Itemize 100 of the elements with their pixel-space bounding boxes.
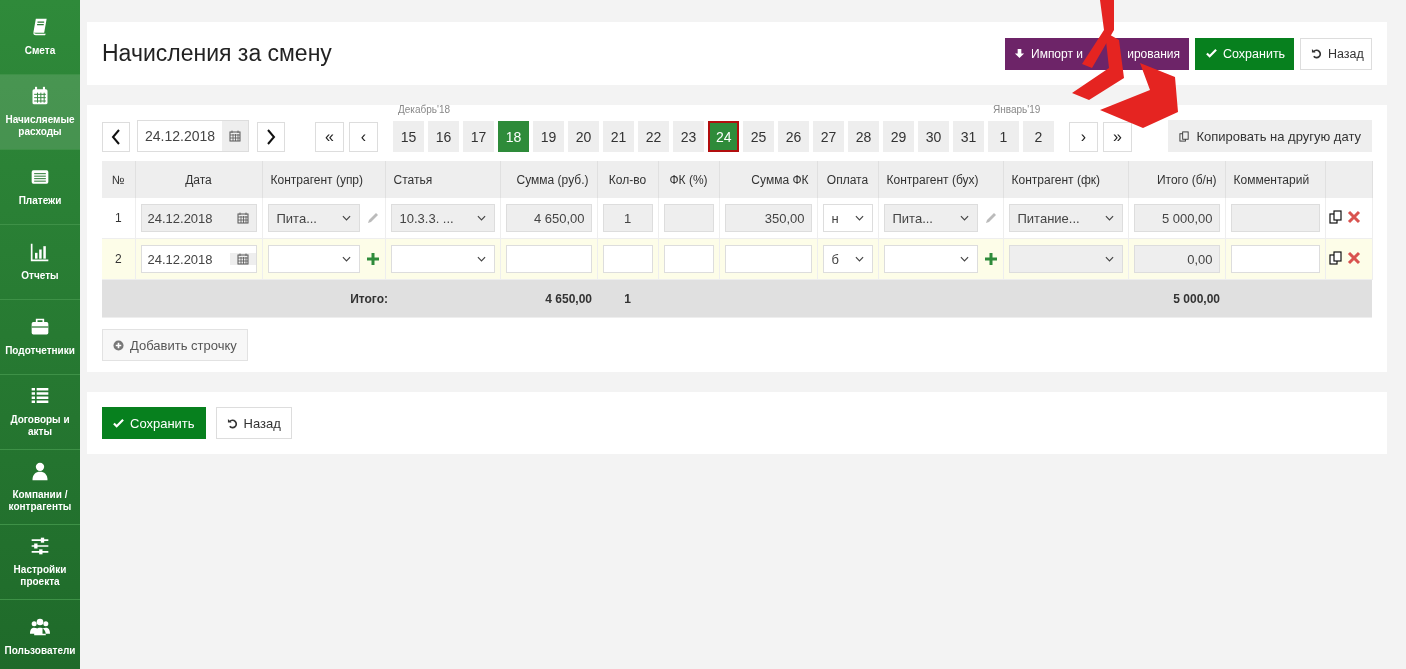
totals-quantity: 1 xyxy=(624,291,631,306)
totals-sum: 4 650,00 xyxy=(545,291,592,306)
back-button[interactable]: Назад xyxy=(1300,37,1372,70)
day-button[interactable]: 18 xyxy=(498,121,529,152)
dropdown[interactable]: н xyxy=(822,204,873,232)
dropdown[interactable] xyxy=(883,245,978,273)
first-page-button[interactable]: « xyxy=(315,122,344,152)
column-header: ФК (%) xyxy=(658,161,719,198)
sidebar-item[interactable]: Настройки проекта xyxy=(0,525,80,600)
dropdown[interactable]: б xyxy=(822,245,873,273)
column-header: Кол-во xyxy=(597,161,658,198)
sidebar-item[interactable]: Подотчетники xyxy=(0,300,80,375)
save-button[interactable]: Сохранить xyxy=(1195,37,1294,70)
day-button[interactable]: 20 xyxy=(568,121,599,152)
sidebar-item[interactable]: Начисляемые расходы xyxy=(0,75,80,150)
dropdown[interactable] xyxy=(390,245,495,273)
column-header: Контрагент (фк) xyxy=(1003,161,1128,198)
users-icon xyxy=(30,617,50,637)
input-field[interactable] xyxy=(724,245,812,273)
column-header: Контрагент (упр) xyxy=(262,161,385,198)
day-button[interactable]: 22 xyxy=(638,121,669,152)
day-button[interactable]: 29 xyxy=(883,121,914,152)
add-row-button[interactable]: Добавить строчку xyxy=(102,329,248,361)
previous-day-button[interactable] xyxy=(102,122,130,152)
day-button[interactable]: 17 xyxy=(463,121,494,152)
last-page-button[interactable]: » xyxy=(1103,122,1132,152)
column-header: № xyxy=(102,161,135,198)
column-header: Оплата xyxy=(817,161,878,198)
caret-icon xyxy=(1104,256,1114,262)
day-button[interactable]: 23 xyxy=(673,121,704,152)
previous-page-button[interactable]: ‹ xyxy=(349,122,378,152)
delete-icon[interactable] xyxy=(1346,209,1361,224)
day-button[interactable]: 24 xyxy=(708,121,739,152)
column-header: Комментарий xyxy=(1225,161,1325,198)
save-button[interactable]: Сохранить xyxy=(102,407,206,439)
day-button[interactable]: 28 xyxy=(848,121,879,152)
caret-icon xyxy=(341,256,351,262)
date-field[interactable]: 24.12.2018 xyxy=(140,245,257,273)
check-icon xyxy=(113,417,124,429)
sidebar-item[interactable]: Платежи xyxy=(0,150,80,225)
column-header: Контрагент (бух) xyxy=(878,161,1003,198)
day-button[interactable]: 26 xyxy=(778,121,809,152)
day-button[interactable]: 15 xyxy=(393,121,424,152)
sidebar-item[interactable]: Смета xyxy=(0,0,80,75)
down-arrow-icon xyxy=(1014,48,1025,59)
copy-icon[interactable] xyxy=(1328,209,1343,224)
input-field[interactable] xyxy=(505,245,592,273)
page-title: Начисления за смену xyxy=(102,40,332,67)
column-header: Статья xyxy=(385,161,500,198)
briefcase-icon xyxy=(30,317,50,337)
input-field[interactable] xyxy=(663,245,714,273)
calendar-icon xyxy=(236,253,249,265)
caret-icon xyxy=(1104,215,1114,221)
caret-icon xyxy=(476,256,486,262)
sliders-icon xyxy=(30,536,50,556)
calendar-icon xyxy=(229,130,241,142)
day-button[interactable]: 30 xyxy=(918,121,949,152)
day-button[interactable]: 19 xyxy=(533,121,564,152)
undo-icon xyxy=(1311,48,1322,59)
list-icon xyxy=(30,386,50,406)
book-icon xyxy=(30,17,50,37)
day-button[interactable]: 31 xyxy=(953,121,984,152)
month-label: Декабрь'18 xyxy=(398,104,451,115)
row-number: 2 xyxy=(113,252,123,266)
delete-icon[interactable] xyxy=(1346,250,1361,265)
sidebar-item[interactable]: Пользователи xyxy=(0,600,80,669)
caret-icon xyxy=(854,215,864,221)
copy-icon[interactable] xyxy=(1328,250,1343,265)
caret-icon xyxy=(341,215,351,221)
day-button[interactable]: 27 xyxy=(813,121,844,152)
next-day-button[interactable] xyxy=(257,122,285,152)
copy-icon xyxy=(1179,130,1191,142)
column-header: Сумма (руб.) xyxy=(500,161,597,198)
plus-icon[interactable] xyxy=(983,252,998,266)
input-field[interactable] xyxy=(1230,245,1320,273)
next-page-button[interactable]: › xyxy=(1069,122,1098,152)
back-button[interactable]: Назад xyxy=(215,407,292,439)
sidebar-item[interactable]: Отчеты xyxy=(0,225,80,300)
check-icon xyxy=(1206,48,1217,59)
day-button[interactable]: 16 xyxy=(428,121,459,152)
sidebar-item[interactable]: Договоры и акты xyxy=(0,375,80,450)
chevron-left-icon xyxy=(111,129,121,145)
undo-icon xyxy=(226,417,238,429)
day-button[interactable]: 2 xyxy=(1023,121,1054,152)
user-icon xyxy=(30,461,50,481)
date-field[interactable]: 24.12.2018 xyxy=(137,120,249,152)
column-header: Итого (б/н) xyxy=(1128,161,1225,198)
caret-icon xyxy=(959,215,969,221)
input-field[interactable] xyxy=(602,245,653,273)
sidebar-item[interactable]: Компании / контрагенты xyxy=(0,450,80,525)
dropdown[interactable] xyxy=(267,245,360,273)
plus-icon[interactable] xyxy=(365,252,380,266)
day-button[interactable]: 1 xyxy=(988,121,1019,152)
day-button[interactable]: 21 xyxy=(603,121,634,152)
copy-to-date-button[interactable]: Копировать на другую дату xyxy=(1168,120,1372,152)
day-button[interactable]: 25 xyxy=(743,121,774,152)
column-header: Сумма ФК xyxy=(719,161,817,198)
totals-label: Итого: xyxy=(350,291,388,306)
calendar-icon xyxy=(236,212,249,224)
plus-circle-icon xyxy=(113,339,124,351)
